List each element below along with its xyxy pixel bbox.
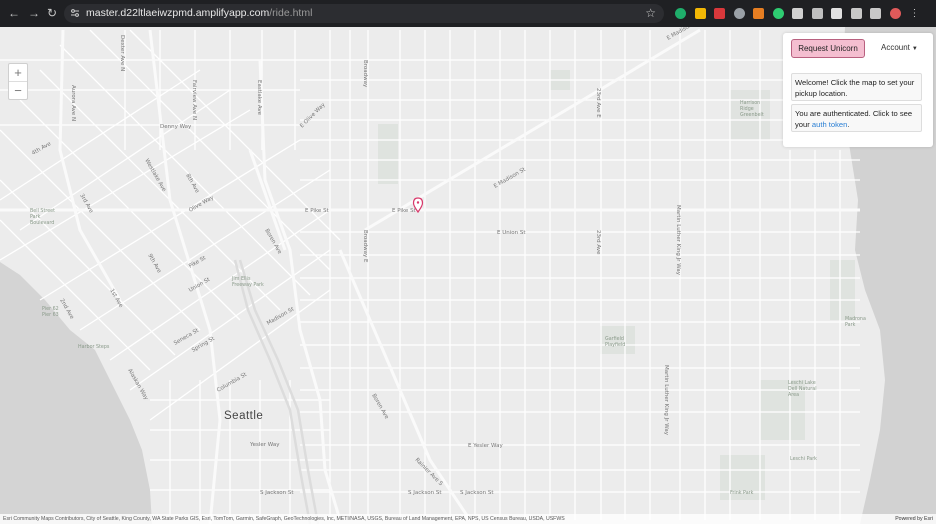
ride-panel: Request Unicorn Account ▼ Welcome! Click … bbox=[783, 33, 933, 147]
park-label: Leschi Lake bbox=[788, 380, 816, 386]
elliott-bay-water bbox=[0, 262, 152, 524]
park-label: Jim Ellis bbox=[231, 276, 251, 282]
url-text: master.d22ltlaeiwzpmd.amplifyapp.com/rid… bbox=[86, 7, 312, 19]
park-label: Madrona bbox=[845, 316, 866, 322]
street-label: E Yesler Way bbox=[468, 443, 503, 449]
street-label: Martin Luther King Jr Way bbox=[663, 365, 669, 436]
street-label: E Pike St bbox=[305, 208, 330, 214]
address-bar[interactable]: master.d22ltlaeiwzpmd.amplifyapp.com/rid… bbox=[64, 4, 664, 23]
back-icon[interactable]: ← bbox=[7, 6, 21, 20]
street-label: Aurora Ave N bbox=[70, 85, 76, 121]
park-label: Harrison bbox=[740, 100, 760, 106]
account-dropdown[interactable]: Account ▼ bbox=[881, 39, 918, 56]
browser-toolbar: ← → ↻ master.d22ltlaeiwzpmd.amplifyapp.c… bbox=[0, 0, 936, 27]
extension-puzzle-icon[interactable] bbox=[850, 8, 862, 19]
attribution-text: Esri Community Maps Contributors, City o… bbox=[3, 516, 565, 522]
extension-white2-icon[interactable] bbox=[811, 8, 823, 19]
madrona-park-area bbox=[830, 260, 855, 320]
zoom-out-button[interactable]: − bbox=[9, 81, 27, 99]
street-label: Broadway bbox=[362, 60, 368, 88]
street-label: E Madison St bbox=[493, 166, 527, 189]
park-label: Frink Park bbox=[730, 490, 754, 496]
street-label: 8th Ave bbox=[184, 173, 200, 195]
auth-message-suffix: . bbox=[847, 120, 850, 129]
street-label: Madison St bbox=[266, 306, 296, 327]
extension-white-icon[interactable] bbox=[792, 8, 803, 19]
site-settings-icon[interactable] bbox=[70, 8, 80, 18]
street-label: Columbia St bbox=[216, 371, 249, 393]
street-label: S Jackson St bbox=[408, 490, 442, 496]
extension-orange-icon[interactable] bbox=[753, 8, 764, 19]
park-label: Garfield bbox=[605, 336, 624, 342]
profile-icon[interactable] bbox=[889, 8, 901, 19]
street-label: 23rd Ave bbox=[595, 230, 601, 255]
park-label: Greenbelt bbox=[740, 112, 764, 118]
url-path: /ride.html bbox=[269, 7, 313, 19]
street-label: Boren Ave bbox=[370, 393, 389, 421]
welcome-message: Welcome! Click the map to set your picku… bbox=[791, 73, 922, 101]
park-label: Boulevard bbox=[30, 220, 54, 226]
auth-token-link[interactable]: auth token bbox=[812, 120, 847, 129]
street-label: Broadway E bbox=[362, 230, 368, 263]
menu-icon[interactable]: ⋮ bbox=[909, 8, 920, 19]
park-label: Pier 62 bbox=[42, 306, 59, 312]
city-label: Seattle bbox=[224, 410, 263, 422]
extension-green-icon[interactable] bbox=[675, 8, 686, 19]
street-label: S Jackson St bbox=[460, 490, 494, 496]
street-label: 2nd Ave bbox=[58, 298, 75, 321]
park-label: Area bbox=[788, 392, 799, 398]
street-label: Alaskan Way bbox=[126, 368, 149, 402]
street-label: Eastlake Ave bbox=[256, 80, 262, 116]
caret-down-icon: ▼ bbox=[911, 46, 918, 52]
powered-by-esri-link[interactable]: Powered by Esri bbox=[895, 514, 933, 524]
park-label: Park bbox=[30, 214, 41, 220]
street-label: E Pike St bbox=[392, 208, 417, 214]
street-label: Yesler Way bbox=[249, 442, 280, 448]
park-label: Playfield bbox=[605, 342, 625, 348]
street-label: 23rd Ave E bbox=[595, 88, 601, 118]
zoom-control: + − bbox=[8, 63, 28, 100]
street-label: 1st Ave bbox=[108, 288, 124, 309]
reload-icon[interactable]: ↻ bbox=[45, 6, 59, 20]
park-label: Park bbox=[845, 322, 856, 328]
park-label: Ridge bbox=[740, 106, 754, 112]
street-label: Martin Luther King Jr Way bbox=[675, 205, 681, 276]
extension-yellow-icon[interactable] bbox=[694, 8, 706, 19]
street-label: E Union St bbox=[497, 230, 526, 236]
extension-red-icon[interactable] bbox=[714, 8, 725, 19]
street-label: Dexter Ave N bbox=[119, 35, 125, 71]
bookmark-star-icon[interactable]: ☆ bbox=[645, 6, 656, 20]
park-label: Dell Natural bbox=[788, 386, 817, 392]
park-label: Bell Street bbox=[30, 208, 55, 214]
zoom-in-button[interactable]: + bbox=[9, 64, 27, 81]
street-label: Denny Way bbox=[160, 124, 192, 130]
park-label: Leschi Park bbox=[790, 456, 817, 462]
extension-green2-icon[interactable] bbox=[772, 8, 784, 19]
street-label: E Olive Way bbox=[299, 102, 327, 130]
forward-icon[interactable]: → bbox=[27, 6, 41, 20]
street-label: Pike St bbox=[188, 255, 208, 270]
sidebar-toggle-icon[interactable] bbox=[870, 8, 881, 19]
park-label: Freeway Park bbox=[232, 282, 264, 288]
auth-message: You are authenticated. Click to see your… bbox=[791, 104, 922, 132]
street-label: Westlake Ave bbox=[143, 158, 167, 193]
street-label: 9th Ave bbox=[146, 253, 162, 275]
map-attribution: Esri Community Maps Contributors, City o… bbox=[0, 514, 936, 524]
url-host: master.d22ltlaeiwzpmd.amplifyapp.com bbox=[86, 7, 270, 19]
street-label: 4th Ave bbox=[31, 141, 53, 157]
street-label: S Jackson St bbox=[260, 490, 294, 496]
park-label: Pier 63 bbox=[42, 312, 59, 318]
park-label: Harbor Steps bbox=[78, 344, 110, 350]
cal-anderson-park bbox=[378, 124, 398, 184]
extension-gray-icon[interactable] bbox=[733, 8, 745, 19]
extension-white3-icon[interactable] bbox=[831, 8, 842, 19]
street-label: Fairview Ave N bbox=[191, 80, 197, 120]
account-label: Account bbox=[881, 43, 910, 52]
request-unicorn-button[interactable]: Request Unicorn bbox=[791, 39, 865, 58]
